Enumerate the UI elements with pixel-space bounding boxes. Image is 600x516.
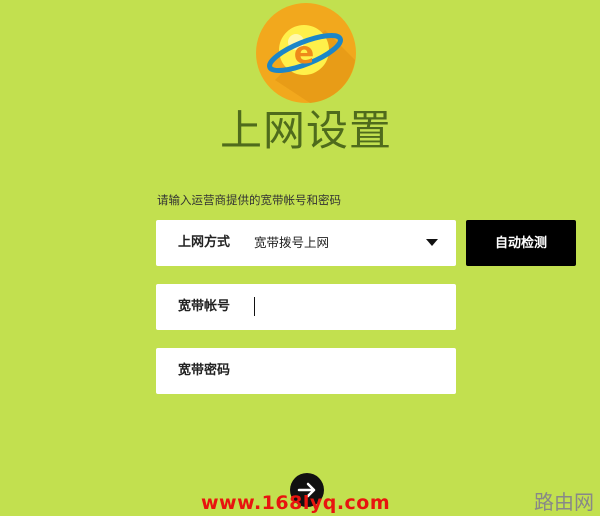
account-input[interactable]: [252, 284, 442, 330]
watermark-site-name: 路由网: [534, 490, 594, 514]
instruction-text: 请输入运营商提供的宽带帐号和密码: [157, 193, 341, 207]
page-title: 上网设置: [219, 106, 392, 155]
account-field[interactable]: 宽带帐号: [156, 284, 456, 330]
chevron-down-icon[interactable]: [426, 239, 438, 246]
password-field[interactable]: 宽带密码: [156, 348, 456, 394]
connection-type-value[interactable]: 宽带拨号上网: [254, 220, 329, 266]
connection-type-label: 上网方式: [178, 235, 231, 250]
text-cursor: [254, 297, 255, 316]
watermark-url: www.168lyq.com: [201, 492, 391, 514]
account-label: 宽带帐号: [178, 299, 231, 314]
connection-type-select[interactable]: 上网方式 宽带拨号上网: [156, 220, 456, 266]
password-input[interactable]: [252, 348, 442, 394]
password-label: 宽带密码: [178, 363, 231, 378]
auto-detect-button[interactable]: 自动检测: [466, 220, 576, 266]
svg-text:e: e: [294, 36, 314, 71]
internet-globe-logo-icon: e: [255, 2, 357, 104]
